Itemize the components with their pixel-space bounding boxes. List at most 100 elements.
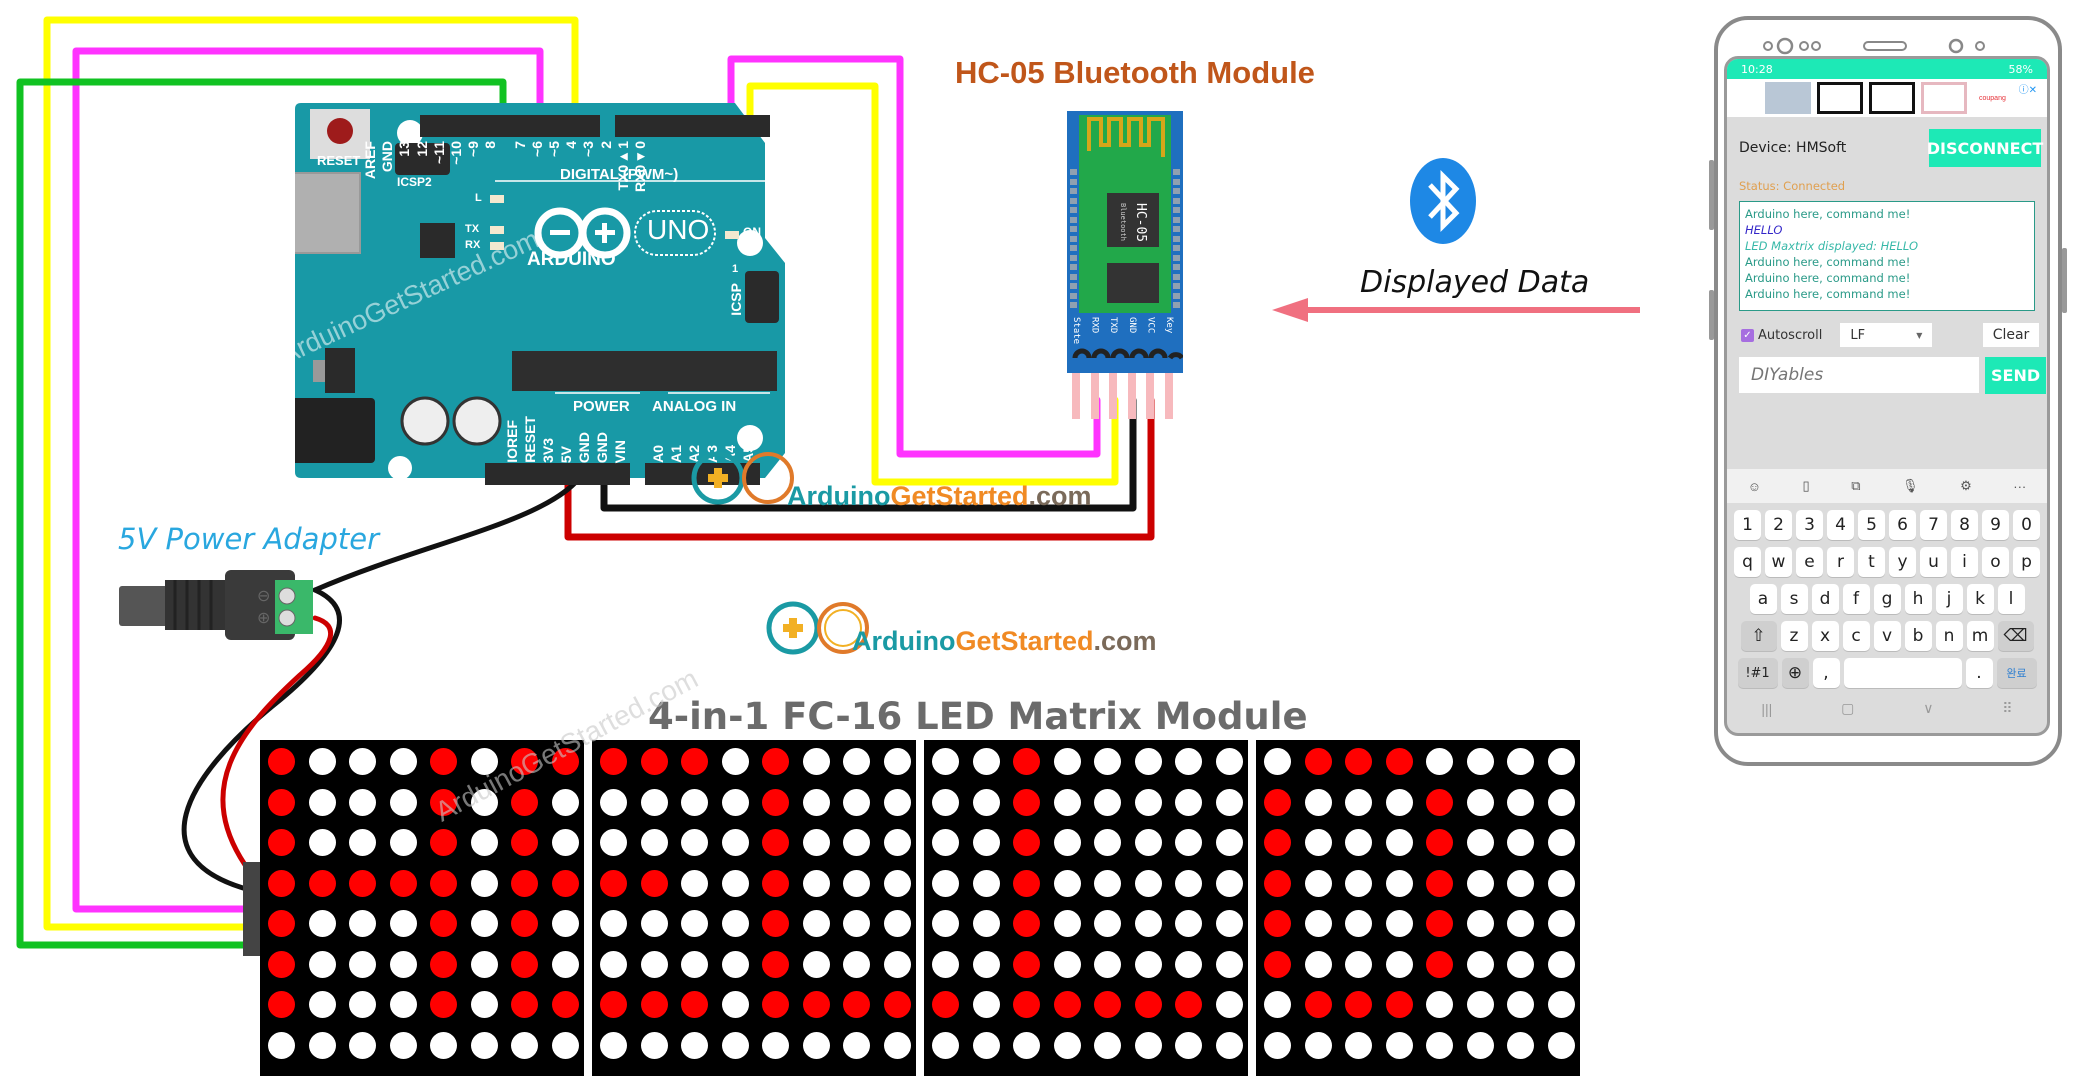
keyboard-key[interactable]: 7 (1920, 510, 1947, 540)
led-matrix-module (924, 740, 1248, 1076)
keyboard-key[interactable]: 1 (1734, 510, 1761, 540)
ad-close-icon[interactable]: ⓘ✕ (2019, 81, 2037, 96)
keyboard-key[interactable]: i (1951, 547, 1978, 577)
keyboard-key[interactable]: h (1904, 584, 1932, 614)
keyboard-tool-icon[interactable]: 🎙 (1902, 478, 1919, 494)
led-off (470, 950, 498, 978)
led-off (1507, 950, 1534, 978)
keyboard-tool-icon[interactable]: ⧉ (1851, 478, 1860, 494)
done-key[interactable]: 완료 (1996, 658, 2037, 688)
ad-thumb[interactable] (1921, 82, 1967, 114)
keyboard-key[interactable]: b (1904, 621, 1932, 651)
keyboard-key[interactable]: 3 (1796, 510, 1823, 540)
keyboard-key[interactable]: 8 (1951, 510, 1978, 540)
keyboard-key[interactable]: s (1780, 584, 1808, 614)
keyboard-key[interactable]: k (1966, 584, 1994, 614)
keyboard-key[interactable]: t (1858, 547, 1885, 577)
keyboard-key[interactable]: 5 (1858, 510, 1885, 540)
led-off (349, 991, 376, 1018)
recents-button[interactable]: ||| (1761, 701, 1772, 717)
hc05-chip-sublabel: Bluetooth (1119, 203, 1127, 241)
ad-banner[interactable]: coupang ⓘ✕ (1727, 79, 2047, 117)
android-nav-bar: ||| ▢ ∨ ⠿ (1727, 700, 2047, 717)
side-button[interactable] (1709, 290, 1714, 340)
volume-button[interactable] (1709, 160, 1714, 230)
ad-thumb[interactable] (1765, 82, 1811, 114)
led-on (551, 991, 579, 1018)
hc05-pad (1070, 264, 1077, 270)
led-off (721, 1031, 749, 1059)
keyboard-key[interactable]: u (1920, 547, 1947, 577)
keyboard-tool-icon[interactable]: ··· (2013, 479, 2026, 494)
led-off (1426, 991, 1453, 1018)
disconnect-button[interactable]: DISCONNECT (1927, 129, 2043, 167)
keyboard-key[interactable]: g (1873, 584, 1901, 614)
keyboard-key[interactable]: r (1827, 547, 1854, 577)
led-off (1547, 991, 1575, 1018)
space-key[interactable] (1843, 658, 1962, 688)
keyboard-key[interactable]: j (1935, 584, 1963, 614)
autoscroll-checkbox[interactable]: ✓ (1741, 328, 1754, 342)
comma-key[interactable]: , (1812, 658, 1840, 688)
keyboard-key[interactable]: y (1889, 547, 1916, 577)
led-off (1385, 869, 1413, 897)
keyboard-key[interactable]: v (1873, 621, 1901, 651)
led-off (1215, 1031, 1243, 1059)
send-button[interactable]: SEND (1985, 357, 2047, 394)
message-input[interactable] (1739, 357, 1979, 393)
digital-pin-label: 8 (482, 141, 499, 149)
keyboard-key[interactable]: l (1997, 584, 2025, 614)
led-off (681, 788, 708, 816)
keyboard-key[interactable]: p (2013, 547, 2040, 577)
keyboard-key[interactable]: w (1765, 547, 1792, 577)
period-key[interactable]: . (1965, 658, 1993, 688)
keyboard-key[interactable]: e (1796, 547, 1823, 577)
home-button[interactable]: ▢ (1841, 700, 1854, 717)
power-pin-label: GND (576, 431, 592, 463)
back-button[interactable]: ∨ (1923, 700, 1933, 717)
keyboard-key[interactable]: 4 (1827, 510, 1854, 540)
keyboard-key[interactable]: f (1842, 584, 1870, 614)
keyboard-tool-icon[interactable]: ▯ (1803, 478, 1810, 494)
digital-pin-label: ~11 (430, 141, 447, 164)
led-off (470, 829, 498, 856)
globe-key[interactable]: ⊕ (1781, 658, 1809, 688)
led-on (1175, 991, 1202, 1018)
keyboard-key[interactable]: m (1966, 621, 1994, 651)
keyboard-tool-icon[interactable]: ☺ (1748, 479, 1761, 494)
keyboard-key[interactable]: 9 (1982, 510, 2009, 540)
shift-key[interactable]: ⇧ (1740, 621, 1777, 651)
logo-small: ArduinoGetStarted.com (690, 448, 1130, 511)
keyboard-key[interactable]: 2 (1765, 510, 1792, 540)
keyboard-key[interactable]: 0 (2013, 510, 2040, 540)
keyboard-key[interactable]: q (1734, 547, 1761, 577)
ad-thumb[interactable] (1817, 82, 1863, 114)
led-off (721, 910, 749, 937)
symbols-key[interactable]: !#1 (1737, 658, 1778, 688)
keyboard-key[interactable]: c (1842, 621, 1870, 651)
clear-button[interactable]: Clear (1983, 323, 2039, 347)
led-off (681, 829, 708, 856)
led-off (551, 788, 579, 816)
console-line: Arduino here, command me! (1745, 287, 1911, 301)
keyboard-key[interactable]: d (1811, 584, 1839, 614)
ad-thumb[interactable] (1869, 82, 1915, 114)
keyboard-key[interactable]: 6 (1889, 510, 1916, 540)
keyboard-key[interactable]: x (1811, 621, 1839, 651)
keyboard-tool-icon[interactable]: ⚙ (1960, 478, 1972, 494)
device-name: Device: HMSoft (1739, 140, 1847, 156)
keyboard-switch-button[interactable]: ⠿ (2002, 700, 2012, 717)
keyboard-key[interactable]: z (1780, 621, 1808, 651)
backspace-key[interactable]: ⌫ (1997, 621, 2034, 651)
led-off (932, 829, 959, 856)
line-ending-select[interactable]: LF ▼ (1840, 323, 1933, 347)
led-off (843, 1031, 870, 1059)
keyboard-key[interactable]: n (1935, 621, 1963, 651)
hc05-pad (1070, 169, 1077, 175)
led-off (721, 748, 749, 775)
serial-console[interactable]: Arduino here, command me! HELLO LED Maxtri… (1739, 201, 2035, 311)
keyboard-key[interactable]: a (1749, 584, 1777, 614)
power-button[interactable] (2062, 248, 2067, 313)
led-off (640, 829, 668, 856)
keyboard-key[interactable]: o (1982, 547, 2009, 577)
